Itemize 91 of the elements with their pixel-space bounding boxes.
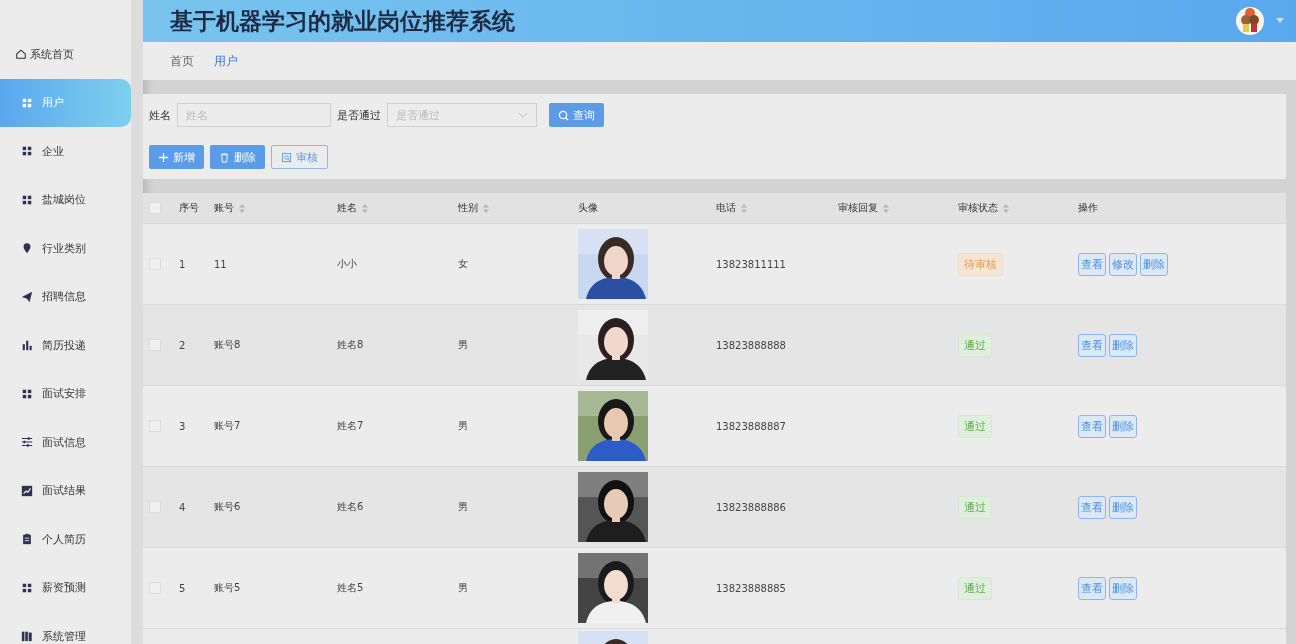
grid-icon bbox=[21, 581, 33, 594]
row-action-button[interactable]: 修改 bbox=[1109, 252, 1137, 276]
column-header: 审核回复 bbox=[838, 201, 878, 215]
row-number: 2 bbox=[179, 339, 186, 351]
row-action-button[interactable]: 删除 bbox=[1109, 414, 1137, 438]
column-header: 性别 bbox=[458, 201, 478, 215]
plus-icon bbox=[158, 151, 169, 163]
field-label: 是否通过 bbox=[337, 107, 381, 123]
row-action-button[interactable]: 查看 bbox=[1078, 414, 1106, 438]
sidebar-item[interactable]: 用户 bbox=[0, 78, 131, 127]
row-action-button[interactable]: 查看 bbox=[1078, 252, 1106, 276]
home-icon bbox=[15, 48, 27, 61]
paper-plane-icon bbox=[21, 290, 33, 303]
row-action-button[interactable]: 查看 bbox=[1078, 576, 1106, 600]
account-cell: 11 bbox=[214, 258, 227, 270]
phone-cell: 13823888888 bbox=[716, 339, 786, 351]
name-cell: 姓名7 bbox=[337, 419, 364, 433]
phone-cell: 13823888886 bbox=[716, 501, 786, 513]
status-tag: 通过 bbox=[958, 414, 992, 438]
breadcrumb-link[interactable]: 首页 bbox=[170, 52, 194, 70]
sliders-icon bbox=[21, 436, 33, 449]
row-number: 4 bbox=[179, 501, 186, 513]
row-action-button[interactable]: 删除 bbox=[1109, 333, 1137, 357]
sidebar-item[interactable]: 行业类别 bbox=[0, 224, 131, 273]
row-number: 5 bbox=[179, 582, 186, 594]
phone-cell: 13823888887 bbox=[716, 420, 786, 432]
sidebar-item[interactable]: 系统首页 bbox=[0, 30, 131, 79]
account-cell: 账号8 bbox=[214, 338, 241, 352]
trash-icon bbox=[219, 151, 230, 163]
gender-cell: 女 bbox=[458, 257, 468, 271]
sidebar-item[interactable]: 面试信息 bbox=[0, 418, 131, 467]
status-tag: 通过 bbox=[958, 333, 992, 357]
name-cell: 姓名5 bbox=[337, 581, 364, 595]
row-action-button[interactable]: 删除 bbox=[1140, 252, 1168, 276]
status-tag: 待审核 bbox=[958, 252, 1003, 276]
column-header: 操作 bbox=[1078, 201, 1098, 215]
name-cell: 姓名8 bbox=[337, 338, 364, 352]
sidebar-item[interactable]: 个人简历 bbox=[0, 515, 131, 564]
row-number: 3 bbox=[179, 420, 186, 432]
books-icon bbox=[21, 630, 33, 643]
gender-cell: 男 bbox=[458, 581, 468, 595]
row-action-button[interactable]: 删除 bbox=[1109, 576, 1137, 600]
row-number: 1 bbox=[179, 258, 186, 270]
column-header: 姓名 bbox=[337, 201, 357, 215]
column-header: 序号 bbox=[179, 201, 199, 215]
account-cell: 账号7 bbox=[214, 419, 241, 433]
status-tag: 通过 bbox=[958, 576, 992, 600]
phone-cell: 13823811111 bbox=[716, 258, 786, 270]
row-action-button[interactable]: 查看 bbox=[1078, 495, 1106, 519]
name-cell: 小小 bbox=[337, 257, 357, 271]
row-action-button[interactable]: 删除 bbox=[1109, 495, 1137, 519]
sidebar-item[interactable]: 盐城岗位 bbox=[0, 175, 131, 224]
phone-cell: 13823888885 bbox=[716, 582, 786, 594]
column-header: 账号 bbox=[214, 201, 234, 215]
bar-chart-icon bbox=[21, 339, 33, 352]
line-chart-icon bbox=[21, 484, 33, 497]
query-button[interactable]: 查询 bbox=[549, 103, 604, 127]
name-cell: 姓名6 bbox=[337, 500, 364, 514]
clipboard-icon bbox=[21, 533, 33, 546]
sidebar-item[interactable]: 企业 bbox=[0, 127, 131, 176]
magnifier-icon bbox=[281, 151, 292, 163]
review-button[interactable]: 审核 bbox=[271, 145, 328, 169]
sidebar-item[interactable]: 薪资预测 bbox=[0, 563, 131, 612]
gender-cell: 男 bbox=[458, 338, 468, 352]
search-icon bbox=[558, 109, 569, 121]
pin-icon bbox=[21, 242, 33, 255]
row-action-button[interactable]: 查看 bbox=[1078, 333, 1106, 357]
add-button[interactable]: 新增 bbox=[149, 145, 204, 169]
sidebar-item[interactable]: 招聘信息 bbox=[0, 272, 131, 321]
column-header: 电话 bbox=[716, 201, 736, 215]
chevron-icon bbox=[518, 112, 528, 118]
breadcrumb-link[interactable]: 用户 bbox=[214, 52, 238, 70]
column-header: 审核状态 bbox=[958, 201, 998, 215]
caret-icon bbox=[1276, 18, 1284, 24]
sidebar-item[interactable]: 面试安排 bbox=[0, 369, 131, 418]
grid-icon bbox=[21, 145, 33, 158]
grid-icon bbox=[21, 96, 33, 109]
account-cell: 账号6 bbox=[214, 500, 241, 514]
delete-button[interactable]: 删除 bbox=[210, 145, 265, 169]
grid-icon bbox=[21, 193, 33, 206]
gender-cell: 男 bbox=[458, 500, 468, 514]
sidebar-item[interactable]: 面试结果 bbox=[0, 466, 131, 515]
grid-icon bbox=[21, 387, 33, 400]
field-label: 姓名 bbox=[149, 107, 171, 123]
account-cell: 账号5 bbox=[214, 581, 241, 595]
sidebar-item[interactable]: 系统管理 bbox=[0, 612, 131, 644]
app-title: 基于机器学习的就业岗位推荐系统 bbox=[170, 6, 515, 36]
status-tag: 通过 bbox=[958, 495, 992, 519]
column-header: 头像 bbox=[578, 201, 598, 215]
sidebar-item[interactable]: 简历投递 bbox=[0, 321, 131, 370]
gender-cell: 男 bbox=[458, 419, 468, 433]
